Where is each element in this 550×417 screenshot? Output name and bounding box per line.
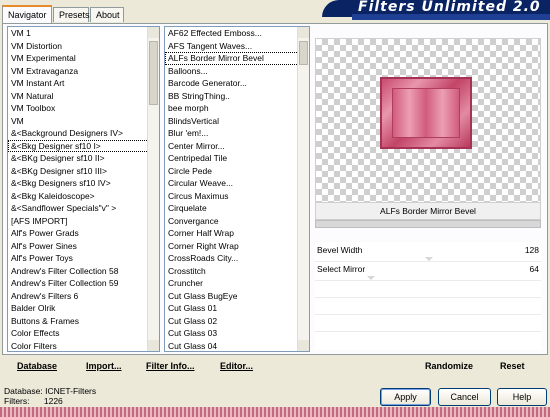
filter-info-button[interactable]: Filter Info... bbox=[146, 361, 195, 371]
apply-button[interactable]: Apply bbox=[380, 388, 431, 406]
editor-button[interactable]: Editor... bbox=[220, 361, 253, 371]
filter-items: AF62 Effected Emboss... AFS Tangent Waves… bbox=[165, 27, 309, 352]
category-list-item[interactable]: &<Background Designers IV> bbox=[8, 127, 159, 140]
filter-list-item[interactable]: AF62 Effected Emboss... bbox=[165, 27, 309, 40]
filter-name-bar: ALFs Border Mirror Bevel bbox=[315, 202, 541, 220]
controls-area: Bevel Width 128 Select Mirror 64 bbox=[315, 242, 541, 350]
filter-list-item[interactable]: bee morph bbox=[165, 102, 309, 115]
category-list-item[interactable]: VM 1 bbox=[8, 27, 159, 40]
help-button[interactable]: Help bbox=[497, 388, 547, 406]
filter-list-item[interactable]: Center Mirror... bbox=[165, 140, 309, 153]
cancel-button[interactable]: Cancel bbox=[438, 388, 491, 406]
database-value: ICNET-Filters bbox=[45, 386, 97, 396]
category-list-item[interactable]: Alf's Power Sines bbox=[8, 240, 159, 253]
control-label: Select Mirror bbox=[317, 264, 366, 274]
control-value: 64 bbox=[529, 264, 539, 274]
filter-list-item[interactable]: AFS Tangent Waves... bbox=[165, 40, 309, 53]
scroll-thumb[interactable] bbox=[299, 41, 308, 65]
category-list-item[interactable]: &<BKg Designer sf10 III> bbox=[8, 165, 159, 178]
filter-list-item[interactable]: Cut Glass 03 bbox=[165, 327, 309, 340]
filter-list-item[interactable]: Cruncher bbox=[165, 277, 309, 290]
preview-image bbox=[380, 77, 472, 149]
preview-area bbox=[315, 38, 541, 214]
filter-list-item[interactable]: Corner Right Wrap bbox=[165, 240, 309, 253]
category-list-item[interactable]: VM Instant Art bbox=[8, 77, 159, 90]
filter-list-item[interactable]: Circle Pede bbox=[165, 165, 309, 178]
category-list-item[interactable]: &<Bkg Designer sf10 I> bbox=[8, 139, 159, 152]
filter-list-item[interactable]: Corner Half Wrap bbox=[165, 227, 309, 240]
tab-navigator[interactable]: Navigator bbox=[2, 5, 52, 23]
control-row-select-mirror[interactable]: Select Mirror 64 bbox=[315, 264, 541, 276]
tab-about[interactable]: About bbox=[90, 7, 124, 22]
navigator-panel: VM 1 VM Distortion VM Experimental VM Extra… bbox=[2, 23, 548, 355]
filter-list-item[interactable]: Cirquelate bbox=[165, 202, 309, 215]
filter-list[interactable]: AF62 Effected Emboss... AFS Tangent Waves… bbox=[164, 26, 310, 352]
category-list-item[interactable]: &<Sandflower Specials"v" > bbox=[8, 202, 159, 215]
category-list-item[interactable]: Color Effects bbox=[8, 327, 159, 340]
tab-presets[interactable]: Presets bbox=[53, 7, 90, 22]
category-list-item[interactable]: &<Bkg Kaleidoscope> bbox=[8, 190, 159, 203]
category-list-item[interactable]: &<BKg Designer sf10 II> bbox=[8, 152, 159, 165]
import-button[interactable]: Import... bbox=[86, 361, 122, 371]
app-title: Filters Unlimited 2.0 bbox=[358, 0, 541, 15]
filters-label: Filters: bbox=[4, 396, 30, 406]
filter-list-item[interactable]: BlindsVertical bbox=[165, 115, 309, 128]
category-list-item[interactable]: Color Filters bbox=[8, 340, 159, 352]
category-list-item[interactable]: VM Experimental bbox=[8, 52, 159, 65]
category-scrollbar[interactable] bbox=[147, 27, 159, 351]
scroll-down-icon[interactable] bbox=[298, 340, 309, 351]
filter-list-item[interactable]: Cut Glass 04 bbox=[165, 340, 309, 352]
category-list-item[interactable]: VM bbox=[8, 115, 159, 128]
category-list-item[interactable]: VM Toolbox bbox=[8, 102, 159, 115]
category-list-item[interactable]: [AFS IMPORT] bbox=[8, 215, 159, 228]
control-row-bevel-width[interactable]: Bevel Width 128 bbox=[315, 245, 541, 257]
filter-list-item[interactable]: CrossRoads City... bbox=[165, 252, 309, 265]
scroll-down-icon[interactable] bbox=[148, 340, 159, 351]
filter-list-item[interactable]: Cut Glass 02 bbox=[165, 315, 309, 328]
filter-name-underbar bbox=[315, 220, 541, 228]
title-banner: Filters Unlimited 2.0 bbox=[322, 0, 550, 20]
filter-scrollbar[interactable] bbox=[297, 27, 309, 351]
category-list-item[interactable]: Andrew's Filters 6 bbox=[8, 290, 159, 303]
database-label: Database: bbox=[4, 386, 43, 396]
scroll-thumb[interactable] bbox=[149, 41, 158, 105]
filter-list-item[interactable]: ALFs Border Mirror Bevel bbox=[165, 52, 309, 65]
category-list-item[interactable]: VM Distortion bbox=[8, 40, 159, 53]
filter-list-item[interactable]: Circular Weave... bbox=[165, 177, 309, 190]
filter-list-item[interactable]: Barcode Generator... bbox=[165, 77, 309, 90]
filter-list-item[interactable]: Blur 'em!... bbox=[165, 127, 309, 140]
status-info: Database: ICNET-Filters Filters: 1226 bbox=[4, 386, 96, 406]
randomize-button[interactable]: Randomize bbox=[425, 361, 473, 371]
filter-list-item[interactable]: BB StringThing.. bbox=[165, 90, 309, 103]
control-label: Bevel Width bbox=[317, 245, 363, 255]
category-list-item[interactable]: &<Bkg Designers sf10 IV> bbox=[8, 177, 159, 190]
filter-list-item[interactable]: Cut Glass 01 bbox=[165, 302, 309, 315]
filter-list-item[interactable]: Cut Glass BugEye bbox=[165, 290, 309, 303]
category-list-item[interactable]: Alf's Power Toys bbox=[8, 252, 159, 265]
category-list-item[interactable]: VM Natural bbox=[8, 90, 159, 103]
filter-list-item[interactable]: Centripedal Tile bbox=[165, 152, 309, 165]
category-list-item[interactable]: Balder Olrik bbox=[8, 302, 159, 315]
category-list-item[interactable]: Buttons & Frames bbox=[8, 315, 159, 328]
category-list-item[interactable]: Alf's Power Grads bbox=[8, 227, 159, 240]
scroll-up-icon[interactable] bbox=[298, 27, 309, 38]
category-items: VM 1 VM Distortion VM Experimental VM Extra… bbox=[8, 27, 159, 352]
filters-count: 1226 bbox=[43, 396, 63, 406]
filter-list-item[interactable]: Circus Maximus bbox=[165, 190, 309, 203]
category-list-item[interactable]: Andrew's Filter Collection 58 bbox=[8, 265, 159, 278]
category-list-item[interactable]: Andrew's Filter Collection 59 bbox=[8, 277, 159, 290]
scroll-up-icon[interactable] bbox=[148, 27, 159, 38]
category-list[interactable]: VM 1 VM Distortion VM Experimental VM Extra… bbox=[7, 26, 160, 352]
bottom-decor-strip bbox=[0, 407, 550, 417]
database-button[interactable]: Database bbox=[17, 361, 57, 371]
filter-list-item[interactable]: Balloons... bbox=[165, 65, 309, 78]
reset-button[interactable]: Reset bbox=[500, 361, 525, 371]
category-list-item[interactable]: VM Extravaganza bbox=[8, 65, 159, 78]
filter-list-item[interactable]: Crosstitch bbox=[165, 265, 309, 278]
filter-list-item[interactable]: Convergance bbox=[165, 215, 309, 228]
control-value: 128 bbox=[524, 245, 539, 255]
